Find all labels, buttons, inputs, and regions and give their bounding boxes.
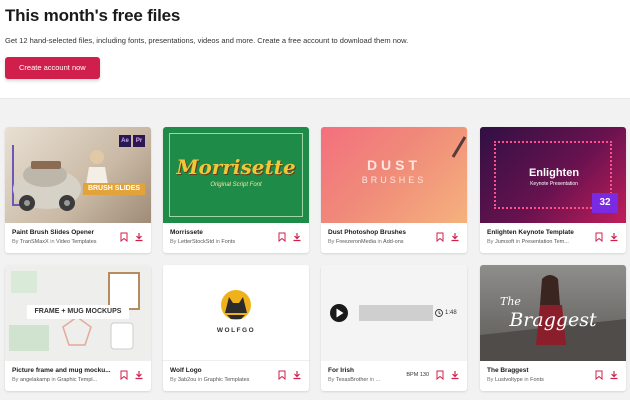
card-title[interactable]: Wolf Logo (170, 367, 275, 374)
bookmark-icon[interactable] (435, 370, 445, 380)
card-category[interactable]: Fonts (221, 239, 235, 245)
card-author[interactable]: TexasBrother (336, 377, 368, 383)
file-card[interactable]: The Braggest The Braggest By Lustvoltype… (480, 265, 626, 391)
bookmark-icon[interactable] (119, 232, 129, 242)
card-byline: By TranSMaxX in Video Templates (12, 239, 97, 245)
file-card[interactable]: Ae Pr BRUSH SLIDES Paint Brush Slides Op… (5, 127, 151, 253)
thumb-subtitle: Keynote Presentation (530, 181, 578, 187)
thumb-title: FRAME + MUG MOCKUPS (27, 305, 129, 319)
card-thumbnail[interactable]: Ae Pr BRUSH SLIDES (5, 127, 151, 223)
card-byline: By LetterStockStd in Fonts (170, 239, 236, 245)
card-byline: By TexasBrother in ... (328, 377, 381, 383)
card-category[interactable]: Video Templates (56, 239, 96, 245)
card-category[interactable]: Presentation Tem... (522, 239, 569, 245)
card-byline: By FreezeronMedia in Add-ons (328, 239, 404, 245)
after-effects-badge: Ae (119, 135, 131, 147)
card-thumbnail[interactable]: 1:48 (321, 265, 467, 361)
thumb-title: Morrisette (176, 155, 296, 179)
card-author[interactable]: FreezeronMedia (336, 239, 376, 245)
card-thumbnail[interactable]: Enlighten Keynote Presentation 32 (480, 127, 626, 223)
file-card[interactable]: 1:48 For Irish By TexasBrother in ... BP… (321, 265, 467, 391)
card-title[interactable]: For Irish (328, 367, 397, 374)
bookmark-icon[interactable] (277, 370, 287, 380)
wolf-logo-icon (221, 290, 251, 320)
download-icon[interactable] (609, 370, 619, 380)
bookmark-icon[interactable] (119, 370, 129, 380)
card-title[interactable]: Morrissete (170, 229, 275, 236)
card-thumbnail[interactable]: DUST BRUSHES (321, 127, 467, 223)
thumb-badge: 32 (592, 193, 618, 213)
download-icon[interactable] (134, 370, 144, 380)
thumb-subtitle: Braggest (509, 309, 597, 331)
card-byline: By Lustvoltype in Fonts (487, 377, 544, 383)
card-title[interactable]: Enlighten Keynote Template (487, 229, 592, 236)
thumb-subtitle: Original Script Font (210, 182, 262, 188)
bookmark-icon[interactable] (594, 232, 604, 242)
download-icon[interactable] (292, 232, 302, 242)
card-thumbnail[interactable]: FRAME + MUG MOCKUPS (5, 265, 151, 361)
thumb-title: WOLFGO (216, 327, 256, 334)
audio-bpm: BPM 130 (406, 372, 429, 378)
file-card[interactable]: DUST BRUSHES Dust Photoshop Brushes By F… (321, 127, 467, 253)
header-section: This month's free files Get 12 hand-sele… (0, 0, 630, 98)
card-byline: By 3ab2ou in Graphic Templates (170, 377, 250, 383)
page-description: Get 12 hand-selected files, including fo… (5, 36, 409, 45)
download-icon[interactable] (292, 370, 302, 380)
card-author[interactable]: TranSMaxX (20, 239, 49, 245)
card-title[interactable]: Dust Photoshop Brushes (328, 229, 433, 236)
thumb-title: The (500, 295, 521, 308)
download-icon[interactable] (450, 370, 460, 380)
bookmark-icon[interactable] (435, 232, 445, 242)
audio-duration: 1:48 (445, 310, 457, 316)
file-card[interactable]: Enlighten Keynote Presentation 32 Enligh… (480, 127, 626, 253)
file-card[interactable]: FRAME + MUG MOCKUPS Picture frame and mu… (5, 265, 151, 391)
card-author[interactable]: Jumsoft (495, 239, 514, 245)
card-byline: By Jumsoft in Presentation Tem... (487, 239, 569, 245)
bookmark-icon[interactable] (594, 370, 604, 380)
card-category[interactable]: Graphic Templates (204, 377, 250, 383)
download-icon[interactable] (609, 232, 619, 242)
card-byline: By angelakamp in Graphic Templ... (12, 377, 98, 383)
bookmark-icon[interactable] (277, 232, 287, 242)
file-card[interactable]: WOLFGO Wolf Logo By 3ab2ou in Graphic Te… (163, 265, 309, 391)
card-title[interactable]: Picture frame and mug mocku... (12, 367, 117, 374)
thumb-title: DUST (366, 157, 422, 173)
card-thumbnail[interactable]: Morrisette Original Script Font (163, 127, 309, 223)
page-title: This month's free files (5, 6, 181, 25)
card-category[interactable]: Add-ons (383, 239, 404, 245)
card-thumbnail[interactable]: WOLFGO (163, 265, 309, 361)
card-author[interactable]: angelakamp (20, 377, 50, 383)
card-author[interactable]: Lustvoltype (495, 377, 523, 383)
card-thumbnail[interactable]: The Braggest (480, 265, 626, 361)
premiere-badge: Pr (133, 135, 145, 147)
files-grid: Ae Pr BRUSH SLIDES Paint Brush Slides Op… (0, 98, 630, 400)
download-icon[interactable] (134, 232, 144, 242)
card-author[interactable]: 3ab2ou (178, 377, 196, 383)
card-author[interactable]: LetterStockStd (178, 239, 214, 245)
create-account-button[interactable]: Create account now (5, 57, 100, 79)
card-title[interactable]: The Braggest (487, 367, 592, 374)
thumb-title: BRUSH SLIDES (83, 183, 145, 195)
thumb-title: Enlighten (528, 167, 580, 179)
card-category[interactable]: Graphic Templ... (57, 377, 97, 383)
file-card[interactable]: Morrisette Original Script Font Morrisse… (163, 127, 309, 253)
play-button[interactable] (330, 304, 348, 322)
download-icon[interactable] (450, 232, 460, 242)
card-title[interactable]: Paint Brush Slides Opener (12, 229, 117, 236)
thumb-subtitle: BRUSHES (361, 175, 427, 185)
card-category[interactable]: Fonts (530, 377, 544, 383)
